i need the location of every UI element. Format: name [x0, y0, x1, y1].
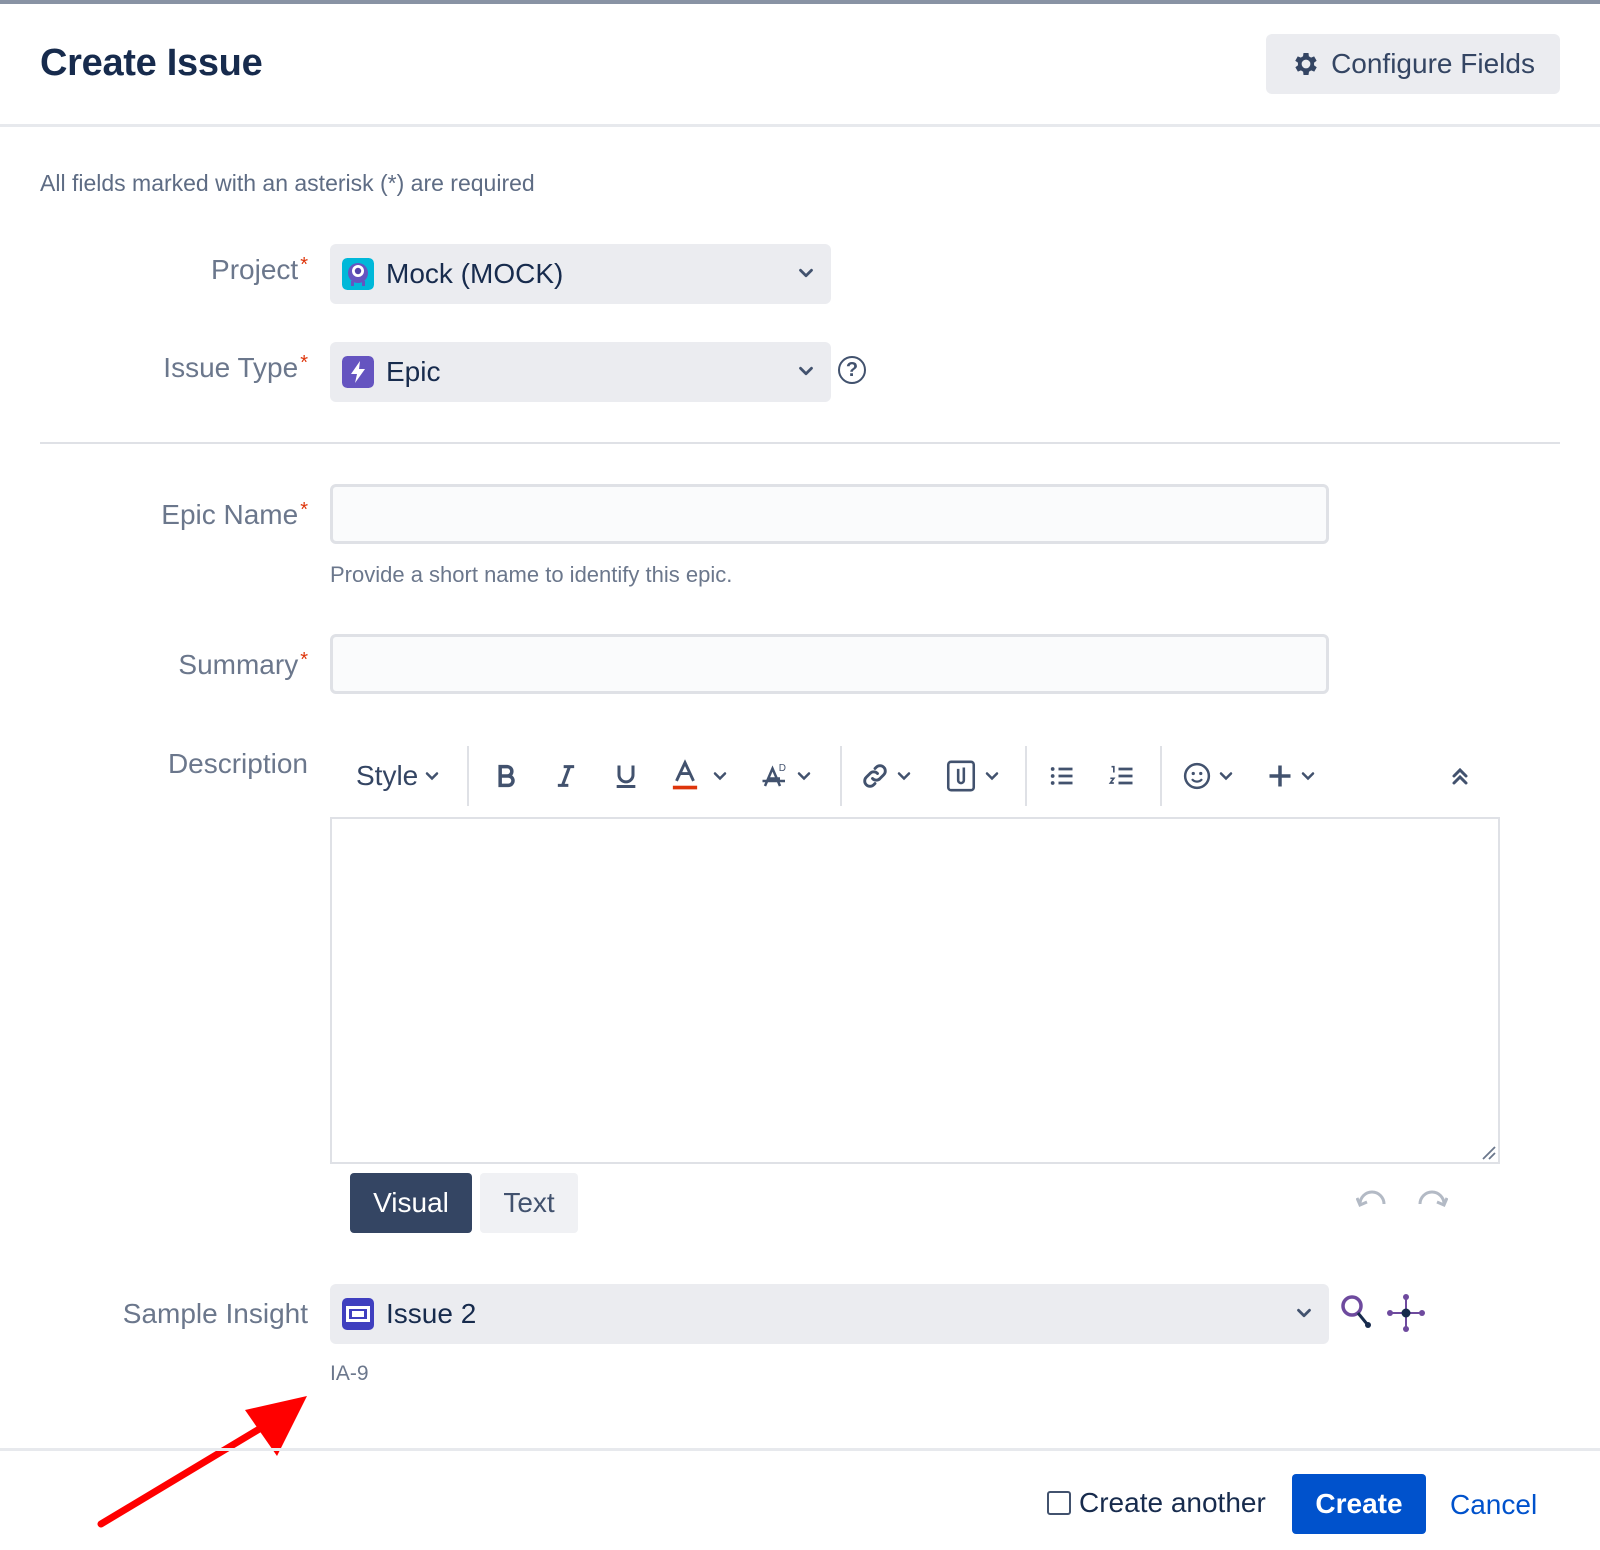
help-icon[interactable]: ? [838, 356, 866, 384]
attachment-icon [946, 760, 976, 792]
emoji-button[interactable] [1182, 744, 1236, 808]
form-divider [40, 442, 1560, 444]
epic-icon [342, 356, 374, 388]
epic-name-label: Epic Name * [161, 499, 308, 530]
annotation-arrow [97, 1396, 307, 1528]
style-label: Style [356, 760, 419, 791]
chevron-down-icon [1297, 1308, 1311, 1318]
summary-label: Summary * [178, 649, 308, 680]
chevron-down-icon [1219, 772, 1233, 781]
style-dropdown[interactable]: Style [356, 744, 442, 808]
italic-button[interactable] [552, 744, 580, 808]
configure-fields-label: Configure Fields [1331, 48, 1535, 79]
chevron-down-icon [797, 772, 811, 781]
create-button[interactable]: Create [1292, 1474, 1426, 1534]
underline-button[interactable] [612, 744, 640, 808]
description-label: Description [167, 748, 308, 779]
emoji-icon [1183, 762, 1211, 790]
underline-icon [616, 765, 636, 789]
chevron-down-icon [799, 268, 813, 278]
gear-icon [1295, 53, 1317, 75]
chevron-down-icon [1301, 772, 1315, 781]
summary-input[interactable] [330, 634, 1329, 694]
sample-insight-value: Issue 2 [386, 1298, 477, 1329]
sample-insight-select[interactable]: Issue 2 [330, 1284, 1329, 1344]
toolbar-separator [467, 746, 469, 806]
project-value: Mock (MOCK) [386, 258, 564, 289]
chevron-down-icon [985, 772, 999, 781]
visual-mode-tab[interactable]: Visual [350, 1173, 472, 1233]
insert-more-button[interactable] [1266, 744, 1318, 808]
link-button[interactable] [860, 744, 914, 808]
chevron-down-icon [426, 772, 439, 781]
epic-name-input[interactable] [330, 484, 1329, 544]
text-color-button[interactable] [670, 744, 730, 808]
redo-icon[interactable] [1416, 1190, 1448, 1214]
issue-type-label: Issue Type * [163, 352, 308, 383]
chevron-down-icon [713, 772, 727, 781]
bullet-list-button[interactable] [1048, 744, 1076, 808]
italic-icon [557, 765, 575, 787]
cancel-link[interactable]: Cancel [1450, 1489, 1537, 1521]
required-fields-note: All fields marked with an asterisk (*) a… [40, 170, 535, 196]
epic-name-hint: Provide a short name to identify this ep… [330, 562, 733, 587]
bullet-list-icon [1050, 767, 1073, 785]
undo-icon[interactable] [1356, 1190, 1388, 1214]
project-label: Project * [211, 254, 308, 285]
text-color-icon [672, 759, 698, 790]
chevron-down-icon [799, 366, 813, 376]
issue-type-value: Epic [386, 356, 441, 387]
create-another-checkbox[interactable] [1047, 1491, 1071, 1515]
sample-insight-key: IA-9 [330, 1362, 369, 1385]
resize-handle-icon[interactable] [1478, 1142, 1496, 1160]
svg-text:D: D [779, 763, 786, 774]
text-mode-tab[interactable]: Text [480, 1173, 578, 1233]
collapse-toolbar-button[interactable] [1448, 744, 1472, 808]
issue-type-select[interactable]: Epic [330, 342, 831, 402]
insert-more-icon [1269, 765, 1291, 787]
collapse-toolbar-icon [1452, 767, 1468, 785]
insight-object-icon [342, 1298, 374, 1330]
toolbar-separator [840, 746, 842, 806]
text-effects-button[interactable]: D [760, 744, 814, 808]
editor-toolbar: Style D [340, 744, 1500, 808]
footer-divider [0, 1448, 1600, 1451]
text-effects-icon: D [762, 763, 786, 787]
attachment-button[interactable] [944, 744, 1002, 808]
dialog-title: Create Issue [40, 42, 263, 84]
toolbar-separator [1025, 746, 1027, 806]
project-select[interactable]: Mock (MOCK) [330, 244, 831, 304]
configure-fields-button[interactable]: Configure Fields [1266, 34, 1560, 94]
insight-search-icon[interactable] [1338, 1292, 1378, 1332]
create-another-option[interactable]: Create another [1047, 1487, 1266, 1519]
insight-graph-icon[interactable] [1385, 1292, 1427, 1334]
numbered-list-icon [1108, 765, 1133, 785]
description-editor[interactable] [330, 817, 1500, 1164]
sample-insight-label: Sample Insight [122, 1298, 308, 1329]
numbered-list-button[interactable] [1108, 744, 1136, 808]
toolbar-separator [1160, 746, 1162, 806]
project-avatar-icon [342, 258, 374, 290]
chevron-down-icon [897, 772, 911, 781]
bold-button[interactable] [492, 744, 520, 808]
dialog-header: Create Issue Configure Fields [0, 4, 1600, 127]
create-another-label: Create another [1079, 1487, 1266, 1518]
bold-icon [498, 764, 515, 788]
link-icon [863, 764, 887, 788]
